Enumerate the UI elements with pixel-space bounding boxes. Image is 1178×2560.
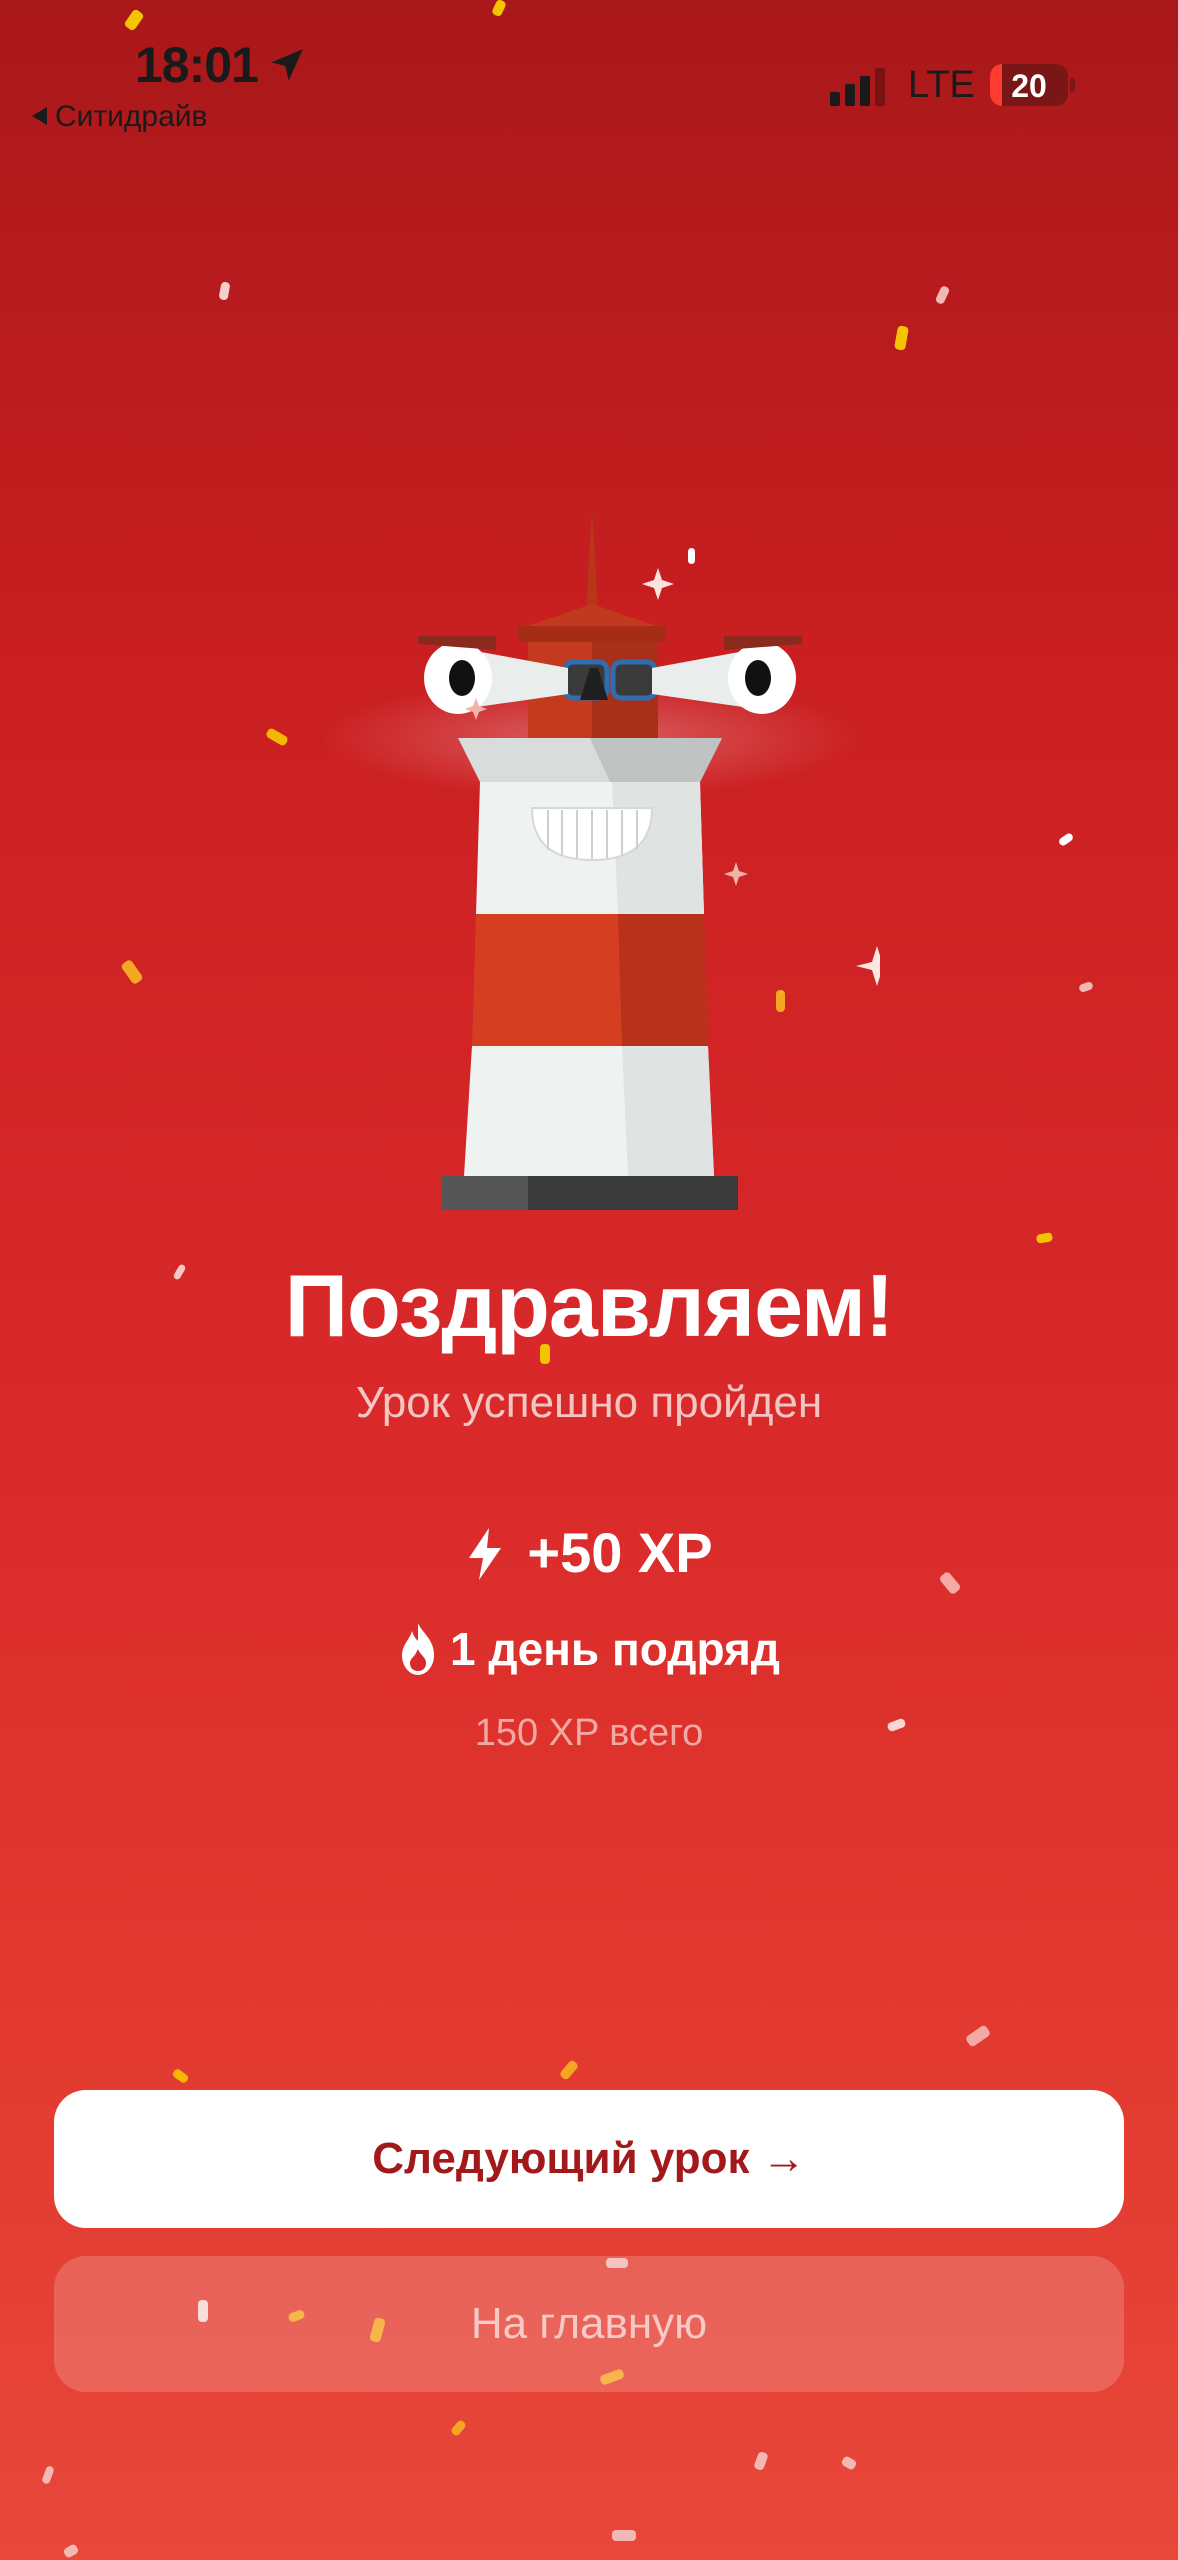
back-app-label: Ситидрайв <box>55 100 208 133</box>
status-time: 18:01 <box>135 37 259 93</box>
fire-icon <box>402 1623 434 1675</box>
battery-tip <box>1070 78 1075 92</box>
home-button[interactable]: На главную <box>54 2256 1124 2392</box>
confetti-piece <box>62 2543 80 2559</box>
confetti-piece <box>120 958 144 986</box>
location-arrow-icon <box>271 49 303 81</box>
confetti-piece <box>558 2059 580 2081</box>
battery-icon: 20 <box>990 64 1068 106</box>
streak-value: 1 день подряд <box>450 1623 780 1675</box>
confetti-piece <box>1035 1232 1054 1244</box>
confetti-piece <box>491 0 507 18</box>
confetti-piece <box>449 2418 468 2438</box>
lightning-icon <box>469 1528 502 1580</box>
network-type: LTE <box>908 64 975 106</box>
signal-icon <box>830 66 888 106</box>
confetti-piece <box>964 2024 992 2048</box>
confetti-piece <box>753 2450 769 2472</box>
lighthouse-mascot-illustration <box>320 508 880 1210</box>
confetti-piece <box>934 284 951 306</box>
back-to-app-link[interactable]: Ситидрайв <box>32 100 208 134</box>
confetti-piece <box>1078 980 1094 994</box>
xp-gain-value: +50 XP <box>527 1521 713 1584</box>
back-triangle-icon <box>32 107 47 125</box>
next-lesson-button[interactable]: Следующий урок → <box>54 2090 1124 2228</box>
confetti-piece <box>218 281 231 301</box>
confetti-piece <box>1057 831 1075 848</box>
confetti-piece <box>264 727 290 747</box>
confetti-piece <box>612 2530 636 2541</box>
battery-level: 20 <box>1011 68 1047 104</box>
confetti-piece <box>840 2455 858 2471</box>
page-subtitle: Урок успешно пройден <box>355 1378 823 1427</box>
page-title: Поздравляем! <box>284 1256 895 1355</box>
confetti-piece <box>171 2067 190 2085</box>
confetti-piece <box>41 2465 55 2485</box>
confetti-piece <box>123 8 145 32</box>
streak-row: 1 день подряд <box>0 1622 1178 1676</box>
xp-gain-row: +50 XP <box>0 1520 1178 1585</box>
confetti-piece <box>893 325 910 351</box>
total-xp: 150 XP всего <box>474 1712 704 1754</box>
